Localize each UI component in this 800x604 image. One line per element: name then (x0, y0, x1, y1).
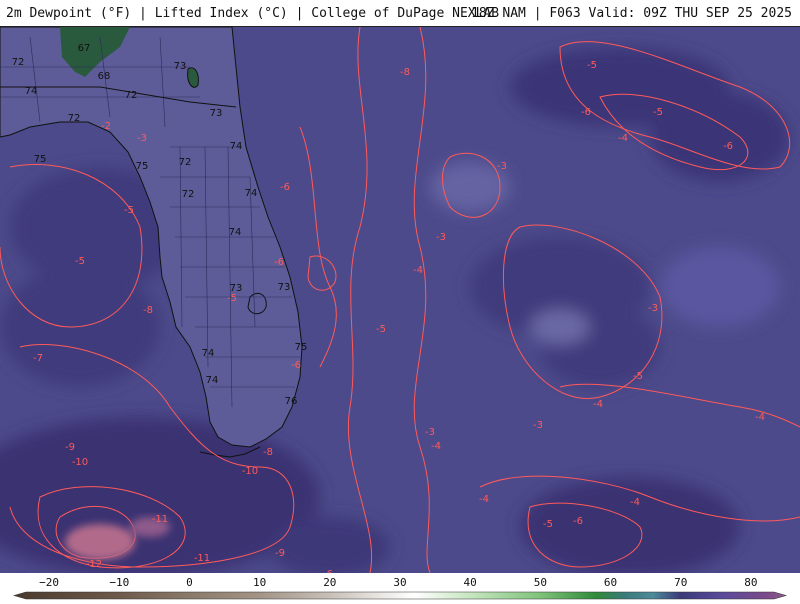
lifted-index-label: -3 (436, 232, 446, 243)
lifted-index-label: -5 (633, 371, 643, 382)
dewpoint-label: 74 (25, 86, 38, 97)
lifted-index-label: -9 (65, 442, 75, 453)
dewpoint-label: 74 (202, 348, 215, 359)
dewpoint-label: 73 (210, 108, 223, 119)
lifted-index-label: -8 (400, 67, 410, 78)
dewpoint-label: 72 (125, 90, 138, 101)
colorbar-tick-label: −20 (39, 576, 59, 589)
lifted-index-label: -7 (33, 353, 43, 364)
lifted-index-label: -6 (581, 107, 591, 118)
dewpoint-label: 67 (78, 43, 91, 54)
dewpoint-label: 73 (278, 282, 291, 293)
lifted-index-label: -12 (86, 559, 102, 570)
colorbar-tick-label: 20 (323, 576, 336, 589)
model-valid-time: 18Z NAM | F063 Valid: 09Z THU SEP 25 202… (471, 6, 792, 21)
colorbar-tick-label: 70 (674, 576, 687, 589)
dewpoint-label: 72 (12, 57, 25, 68)
lifted-index-label: -4 (431, 441, 441, 452)
lifted-index-label: -8 (143, 305, 153, 316)
lifted-index-label: -5 (653, 107, 663, 118)
dewpoint-label: 72 (179, 157, 192, 168)
dewpoint-label: 73 (174, 61, 187, 72)
lifted-index-label: -3 (425, 427, 435, 438)
product-title: 2m Dewpoint (°F) | Lifted Index (°C) | C… (6, 6, 500, 21)
colorbar-bar (12, 591, 788, 600)
lifted-index-label: -11 (152, 514, 168, 525)
dewpoint-label: 74 (206, 375, 219, 386)
lifted-index-label: -5 (227, 293, 237, 304)
colorbar-tick-label: 80 (744, 576, 757, 589)
lifted-index-label: -6 (723, 141, 733, 152)
lifted-index-label: -5 (587, 60, 597, 71)
lifted-index-label: -11 (194, 553, 210, 564)
lifted-index-label: -3 (137, 133, 147, 144)
lifted-index-label: -10 (242, 466, 258, 477)
colorbar-tick-label: −10 (109, 576, 129, 589)
lifted-index-label: -6 (274, 257, 284, 268)
colorbar-tick-label: 30 (393, 576, 406, 589)
lifted-index-label: -3 (648, 303, 658, 314)
colorbar-tick-label: 40 (464, 576, 477, 589)
weather-map: 72 67 73 74 68 72 73 72 74 75 75 72 72 74 74 73 73 75 74 74… (0, 27, 800, 573)
lifted-index-label: -3 (497, 161, 507, 172)
lifted-index-label: -4 (413, 265, 423, 276)
lifted-index-label: -5 (75, 256, 85, 267)
colorbar-tick-label: 0 (186, 576, 193, 589)
lifted-index-label: -4 (593, 399, 603, 410)
colorbar-tick-label: 10 (253, 576, 266, 589)
lifted-index-label: -5 (376, 324, 386, 335)
dewpoint-label: 72 (182, 189, 195, 200)
dewpoint-colorbar: −20 −10 0 10 20 30 40 50 60 70 80 (0, 573, 800, 600)
dewpoint-label: 76 (285, 396, 298, 407)
map-header: 2m Dewpoint (°F) | Lifted Index (°C) | C… (0, 0, 800, 27)
lifted-index-label: -3 (533, 420, 543, 431)
lifted-index-label: -5 (124, 205, 134, 216)
lifted-index-label: -5 (543, 519, 553, 530)
dewpoint-label: 68 (98, 71, 111, 82)
lifted-index-label: -2 (101, 121, 111, 132)
lifted-index-label: -4 (618, 133, 628, 144)
dewpoint-label: 75 (136, 161, 149, 172)
dewpoint-label: 75 (34, 154, 47, 165)
lifted-index-label: -9 (275, 548, 285, 559)
lifted-index-label: -8 (263, 447, 273, 458)
lifted-index-label: -10 (72, 457, 88, 468)
dewpoint-label: 74 (245, 188, 258, 199)
lifted-index-label: -4 (755, 412, 765, 423)
dewpoint-label: 75 (295, 342, 308, 353)
dewpoint-label: 74 (229, 227, 242, 238)
colorbar-tick-label: 60 (604, 576, 617, 589)
lifted-index-label: -6 (573, 516, 583, 527)
dewpoint-label: 74 (230, 141, 243, 152)
colorbar-tick-label: 50 (534, 576, 547, 589)
lifted-index-label: -6 (280, 182, 290, 193)
dewpoint-label: 72 (68, 113, 81, 124)
colorbar-tick-labels: −20 −10 0 10 20 30 40 50 60 70 80 (39, 576, 757, 589)
lifted-index-label: -6 (291, 360, 301, 371)
lifted-index-label: -4 (630, 497, 640, 508)
lifted-index-label: -4 (479, 494, 489, 505)
